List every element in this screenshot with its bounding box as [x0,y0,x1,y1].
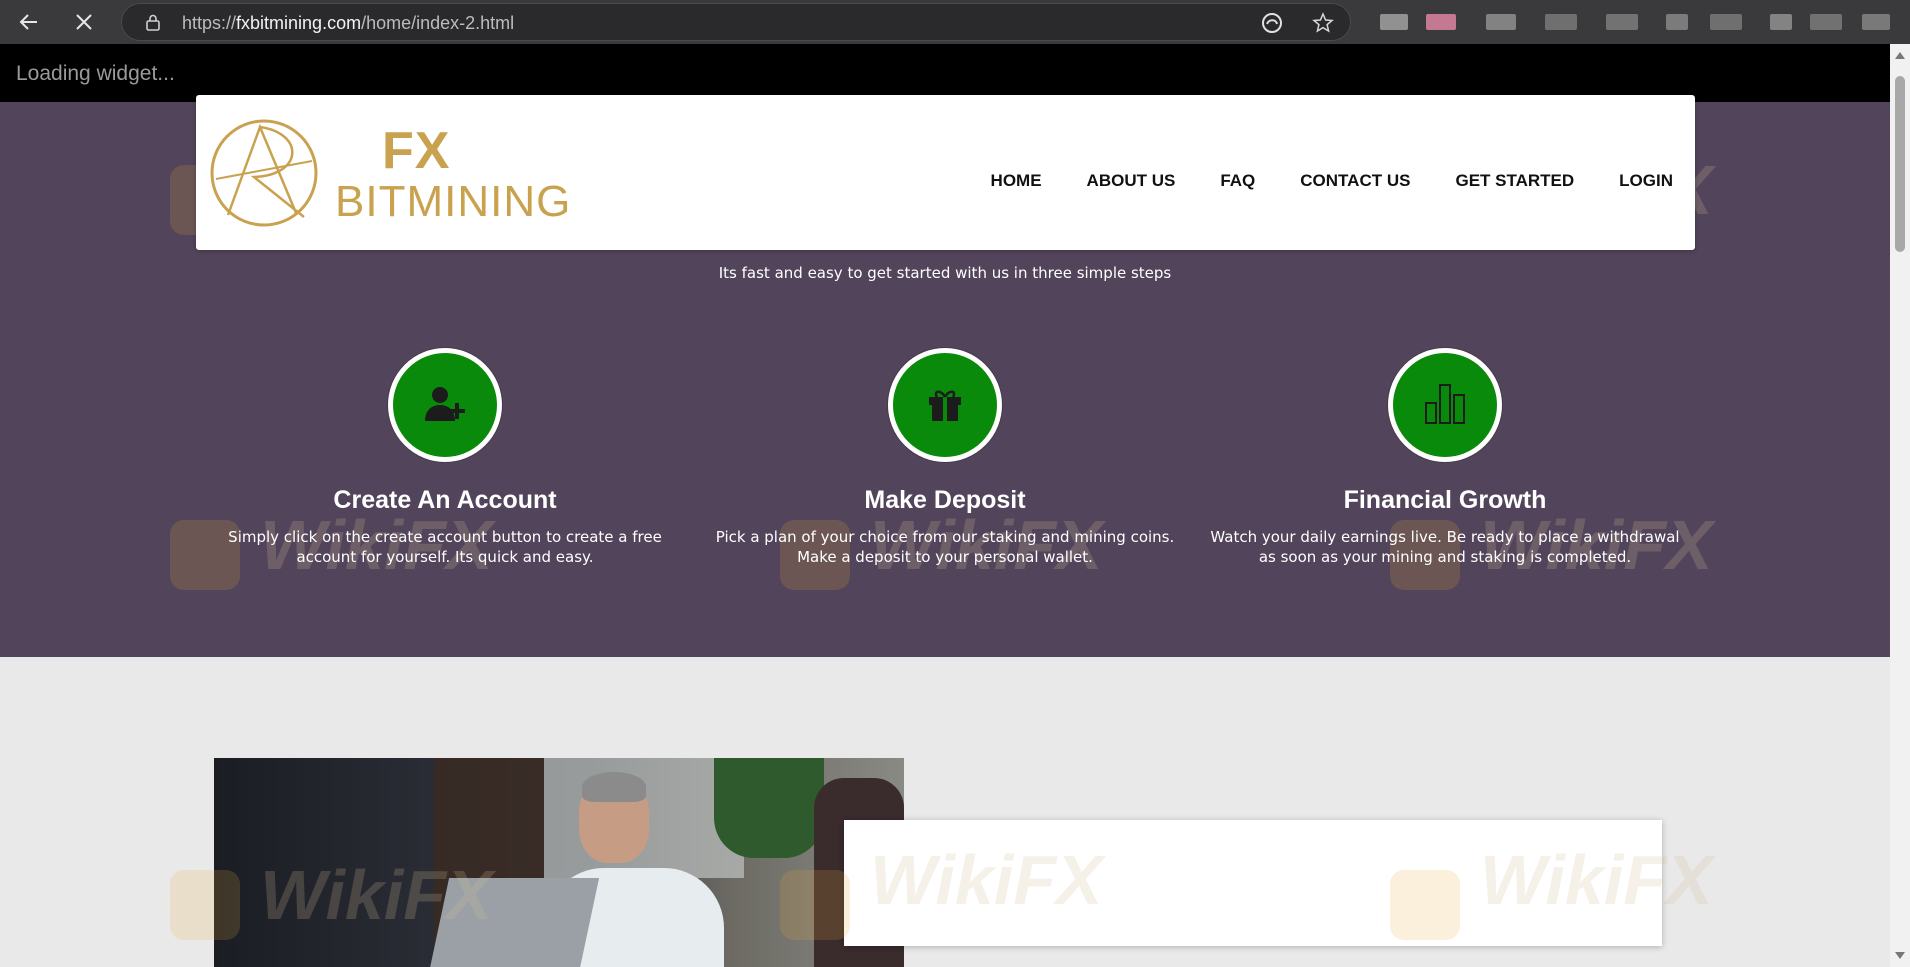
extension-icon[interactable] [1606,14,1638,30]
step-title: Financial Growth [1343,486,1547,514]
site-header: FX BITMINING HOME ABOUT US FAQ CONTACT U… [196,95,1695,250]
scroll-down-arrow-icon[interactable] [1895,952,1905,959]
arrow-left-icon [19,14,37,30]
nav-home[interactable]: HOME [991,171,1042,191]
step-icon-circle [888,348,1002,462]
extension-icon[interactable] [1770,14,1792,30]
main-nav: HOME ABOUT US FAQ CONTACT US GET STARTED… [946,171,1673,191]
extension-icon[interactable] [1666,14,1688,30]
office-photo [214,758,904,967]
extension-icon[interactable] [1810,14,1842,30]
url-path: /home/index-2.html [361,13,515,33]
content-card [844,820,1662,946]
step-icon-circle [388,348,502,462]
step-description: Pick a plan of your choice from our stak… [715,528,1175,566]
step-icon-circle [1388,348,1502,462]
scroll-thumb[interactable] [1895,76,1905,252]
step-create-account: Create An Account Simply click on the cr… [210,348,680,567]
back-button[interactable] [13,6,45,38]
nav-faq[interactable]: FAQ [1220,171,1255,191]
extension-icon[interactable] [1426,14,1456,30]
url-text: https://fxbitmining.com/home/index-2.htm… [182,13,514,34]
extension-icon[interactable] [1545,14,1577,30]
step-title: Create An Account [333,486,557,514]
url-scheme: https:// [182,13,237,33]
logo-fx-text[interactable]: FX [382,125,450,177]
logo-bitmining-text[interactable]: BITMINING [335,179,571,225]
nav-login[interactable]: LOGIN [1619,171,1673,191]
nav-contact-us[interactable]: CONTACT US [1300,171,1410,191]
extension-icon[interactable] [1710,14,1742,30]
lock-icon [146,14,160,31]
step-make-deposit: Make Deposit Pick a plan of your choice … [710,348,1180,567]
widget-loading-text: Loading widget... [16,62,175,85]
extension-icon[interactable] [1862,14,1890,30]
star-favorite-icon[interactable] [1312,12,1334,34]
extension-icon[interactable] [1486,14,1516,30]
hero-tagline: Its fast and easy to get started with us… [718,264,1172,282]
close-icon [76,14,92,30]
page-scrollbar[interactable] [1890,44,1910,967]
bar-chart-icon [1425,384,1465,424]
scroll-up-arrow-icon[interactable] [1895,52,1905,59]
step-description: Simply click on the create account butto… [228,528,662,566]
nav-about-us[interactable]: ABOUT US [1087,171,1176,191]
add-user-icon [425,387,465,421]
gift-icon [929,390,961,421]
browser-toolbar: https://fxbitmining.com/home/index-2.htm… [0,0,1910,44]
url-host: fxbitmining.com [236,13,362,33]
step-title: Make Deposit [864,486,1026,514]
logo-emblem-icon[interactable] [208,117,320,229]
step-financial-growth: Financial Growth Watch your daily earnin… [1210,348,1680,567]
step-description: Watch your daily earnings live. Be ready… [1210,528,1680,566]
extension-icon[interactable] [1380,14,1408,30]
stop-loading-button[interactable] [68,6,100,38]
widget-bar: Loading widget... [0,44,1890,102]
edge-reading-icon[interactable] [1261,12,1283,34]
nav-get-started[interactable]: GET STARTED [1455,171,1574,191]
address-bar[interactable]: https://fxbitmining.com/home/index-2.htm… [121,3,1351,41]
